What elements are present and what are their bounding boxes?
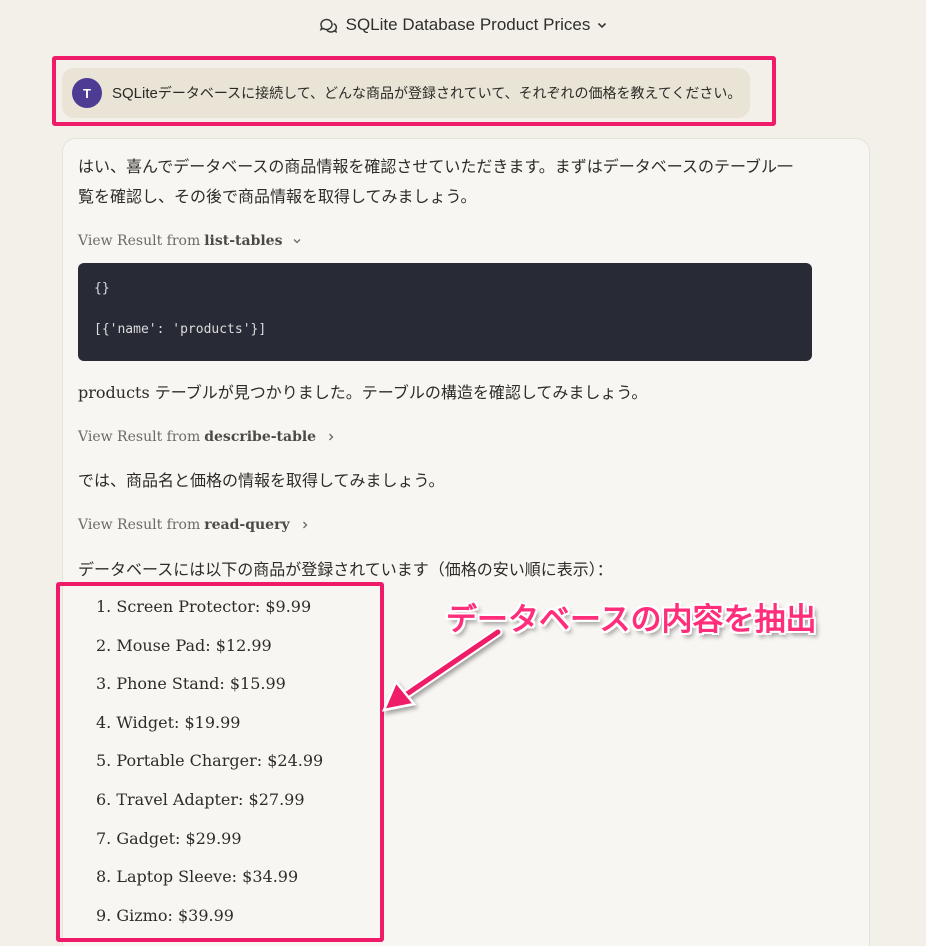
chevron-right-icon (302, 521, 307, 529)
code-line: {} (94, 281, 110, 296)
avatar[interactable]: T (72, 78, 102, 108)
list-item: 5. Portable Charger: $24.99 (96, 751, 324, 771)
list-item: 6. Travel Adapter: $27.99 (96, 789, 305, 809)
tool-result-describe-table[interactable]: View Result from describe-table (78, 429, 336, 445)
list-item: 3. Phone Stand: $15.99 (96, 674, 286, 694)
assistant-paragraph: products テーブルが見つかりました。テーブルの構造を確認してみましょう。 (78, 383, 648, 402)
chevron-right-icon (329, 433, 334, 441)
chevron-down-icon (294, 239, 301, 244)
list-item: 1. Screen Protector: $9.99 (96, 597, 312, 616)
assistant-paragraph: データベースには以下の商品が登録されています（価格の安い順に表示）： (78, 560, 613, 579)
tool-result-list-tables[interactable]: View Result from list-tables (78, 233, 302, 249)
chat-bubbles-icon (319, 18, 337, 34)
list-item: 2. Mouse Pad: $12.99 (96, 635, 272, 655)
callout-label: データベースの内容を抽出 (446, 602, 817, 638)
product-list: 1. Screen Protector: $9.99 2. Mouse Pad:… (96, 592, 323, 939)
conversation-title: SQLite Database Product Prices (345, 15, 591, 34)
list-item: 7. Gadget: $29.99 (96, 828, 242, 848)
conversation-header[interactable]: SQLite Database Product Prices (0, 0, 926, 50)
user-message: T SQLiteデータベースに接続して、どんな商品が登録されていて、それぞれの価… (62, 68, 750, 118)
assistant-intro: はい、喜んでデータベースの商品情報を確認させていただきます。まずはデータベースの… (78, 157, 794, 206)
tool-result-read-query[interactable]: View Result from read-query (78, 517, 310, 533)
code-line: [{'name': 'products'}] (94, 322, 267, 337)
user-message-text: SQLiteデータベースに接続して、どんな商品が登録されていて、それぞれの価格を… (112, 85, 742, 102)
chevron-down-icon (598, 22, 607, 29)
assistant-paragraph: では、商品名と価格の情報を取得してみましょう。 (78, 471, 445, 490)
list-item: 9. Gizmo: $39.99 (96, 905, 234, 925)
list-item: 8. Laptop Sleeve: $34.99 (96, 867, 299, 887)
list-item: 4. Widget: $19.99 (96, 712, 241, 732)
code-block: {} [{'name': 'products'}] (78, 263, 812, 361)
